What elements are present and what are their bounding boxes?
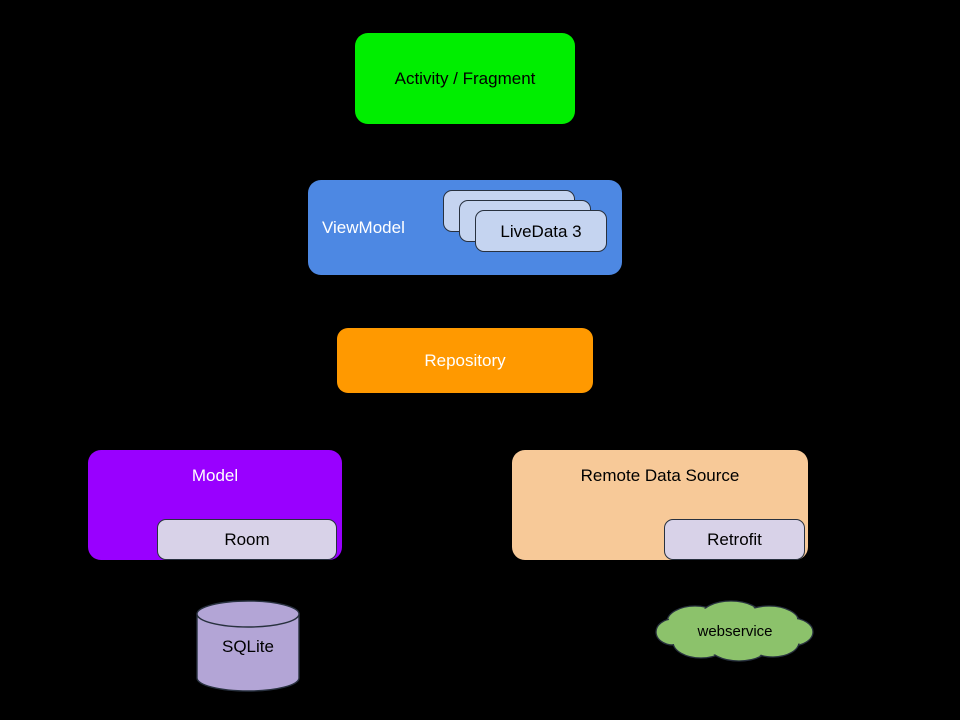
- node-retrofit[interactable]: Retrofit: [664, 519, 805, 560]
- node-sqlite-label-wrap: SQLite: [196, 600, 300, 692]
- node-retrofit-label: Retrofit: [707, 530, 762, 549]
- node-remote-data-source-label: Remote Data Source: [580, 466, 740, 485]
- livedata-card-3[interactable]: LiveData 3: [475, 210, 607, 252]
- node-sqlite[interactable]: SQLite: [196, 600, 300, 692]
- node-room[interactable]: Room: [157, 519, 337, 560]
- connector-repository-to-remote: [509, 392, 661, 450]
- architecture-diagram-canvas: Activity / Fragment ViewModel LiveData 3…: [0, 0, 960, 720]
- node-webservice-label-wrap: webservice: [655, 600, 815, 662]
- node-viewmodel-label: ViewModel: [322, 218, 405, 237]
- connector-repository-to-model: [214, 392, 421, 450]
- node-activity-fragment[interactable]: Activity / Fragment: [355, 33, 575, 124]
- node-sqlite-label: SQLite: [222, 636, 274, 656]
- node-webservice[interactable]: webservice: [655, 600, 815, 662]
- node-repository-label: Repository: [424, 351, 506, 370]
- node-room-label: Room: [224, 530, 270, 549]
- node-activity-fragment-label: Activity / Fragment: [394, 69, 536, 88]
- node-webservice-label: webservice: [697, 622, 773, 640]
- livedata-stack: LiveData 3: [443, 190, 633, 260]
- livedata-card-3-label: LiveData 3: [500, 221, 582, 241]
- node-model-label: Model: [191, 466, 239, 485]
- node-repository[interactable]: Repository: [337, 328, 593, 393]
